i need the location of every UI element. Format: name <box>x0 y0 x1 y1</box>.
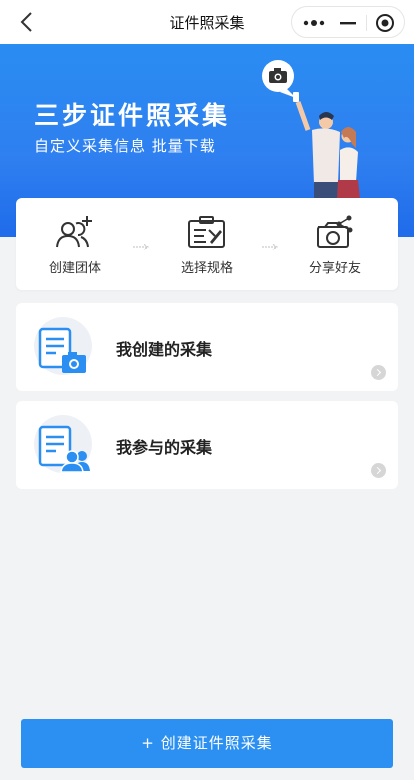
step-share-friends: 分享好友 <box>280 198 390 290</box>
nav-bar: 证件照采集 <box>0 0 414 44</box>
document-camera-icon <box>38 327 86 373</box>
id-card-edit-icon <box>188 216 225 248</box>
selfie-couple-illustration <box>262 60 362 218</box>
create-button-label: 创建证件照采集 <box>160 734 273 752</box>
steps-card: 创建团体 选择规格 分享好友 <box>16 198 398 290</box>
chevron-right-icon <box>371 365 386 380</box>
step-arrow-icon <box>262 244 279 250</box>
minimize-icon[interactable] <box>338 13 358 33</box>
card-title: 我创建的采集 <box>116 340 213 359</box>
step-label: 分享好友 <box>308 261 361 276</box>
document-users-icon <box>38 425 90 473</box>
my-joined-collections-card[interactable]: 我参与的采集 <box>16 401 398 489</box>
step-choose-spec: 选择规格 <box>152 198 262 290</box>
add-group-icon <box>56 216 92 248</box>
mini-program-capsule <box>291 6 405 38</box>
share-camera-icon <box>317 215 353 248</box>
step-label: 创建团体 <box>48 261 101 276</box>
step-label: 选择规格 <box>180 261 233 276</box>
my-created-collections-card[interactable]: 我创建的采集 <box>16 303 398 391</box>
more-icon[interactable] <box>302 13 326 33</box>
card-title: 我参与的采集 <box>116 438 213 457</box>
banner-subtitle: 自定义采集信息 批量下载 <box>34 137 216 155</box>
capsule-divider <box>366 15 367 31</box>
close-target-icon[interactable] <box>375 13 395 33</box>
banner-title: 三步证件照采集 <box>34 101 231 130</box>
step-create-group: 创建团体 <box>20 198 130 290</box>
create-collection-button[interactable]: + 创建证件照采集 <box>21 719 393 768</box>
chevron-right-icon <box>371 463 386 478</box>
step-arrow-icon <box>133 244 150 250</box>
plus-icon: + <box>141 734 155 752</box>
